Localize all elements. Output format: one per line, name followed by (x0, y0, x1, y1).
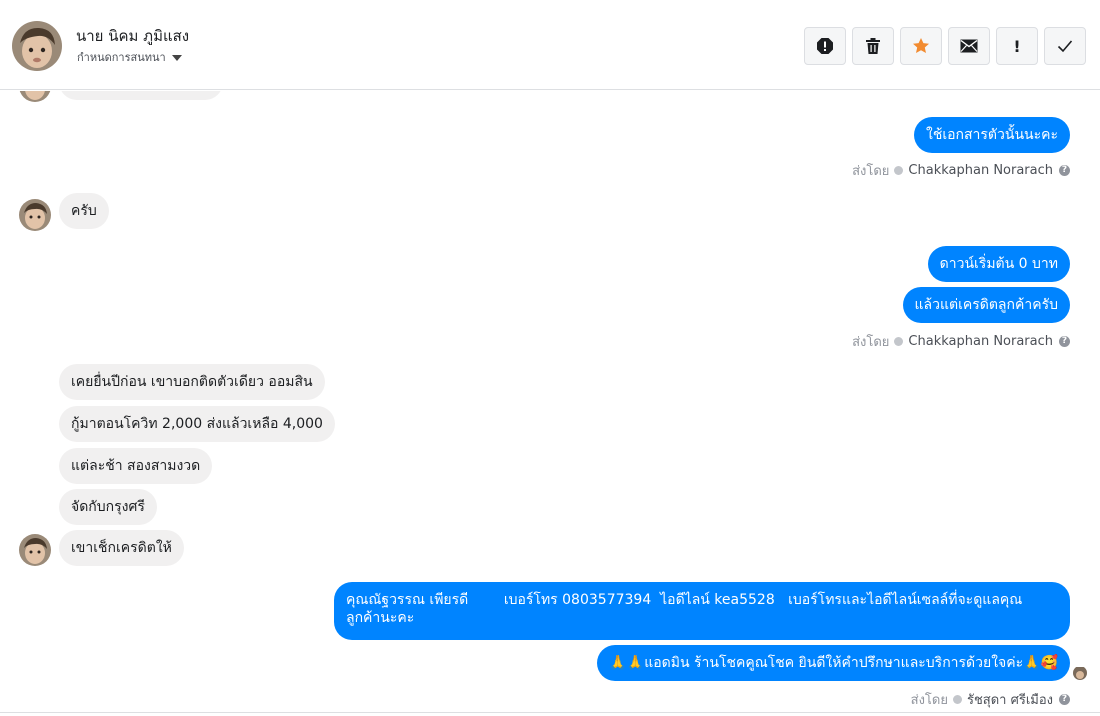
sent-by-name[interactable]: รัชสุดา ศรีเมือง (967, 689, 1053, 710)
report-icon (817, 38, 833, 54)
contact-avatar-small (19, 534, 51, 566)
sent-by-line: ส่งโดย Chakkaphan Norarach ? (852, 160, 1070, 181)
agent-status-icon (894, 337, 904, 346)
sent-by-name[interactable]: Chakkaphan Norarach (908, 163, 1053, 178)
contact-avatar-small (19, 199, 51, 231)
message-thread[interactable]: ใช้เอกสารตัวนั้นนะคะ ส่งโดย Chakkaphan N… (0, 91, 1100, 715)
help-icon[interactable]: ? (1059, 336, 1070, 347)
agent-avatar-small (1073, 666, 1087, 680)
composer-edge (0, 712, 1100, 716)
message-bubble-incoming: ครับ (59, 193, 109, 229)
report-button[interactable] (804, 27, 846, 65)
agent-status-icon (894, 166, 904, 175)
message-bubble-outgoing: แล้วแต่เครดิตลูกค้าครับ (902, 287, 1070, 323)
check-icon (1057, 40, 1073, 53)
agent-status-icon (952, 695, 962, 704)
message-bubble-incoming: เคยยื่นปีก่อน เขาบอกติดตัวเดียว ออมสิน (59, 364, 325, 400)
message-bubble-outgoing: ใช้เอกสารตัวนั้นนะคะ (913, 117, 1070, 153)
delete-button[interactable] (852, 27, 894, 65)
sent-by-prefix: ส่งโดย (910, 693, 948, 708)
message-bubble-incoming: กู้มาตอนโควิท 2,000 ส่งแล้วเหลือ 4,000 (59, 406, 335, 442)
sent-by-prefix: ส่งโดย (852, 164, 890, 179)
trash-icon (866, 38, 880, 54)
schedule-dropdown[interactable]: กำหนดการสนทนา (77, 48, 182, 66)
message-bubble-clipped (59, 91, 223, 100)
sent-by-prefix: ส่งโดย (852, 335, 890, 350)
message-line: ลูกค้านะคะ (346, 610, 415, 626)
contact-name: นาย นิคม ภูมิแสง (76, 27, 190, 45)
contact-avatar[interactable] (12, 21, 62, 71)
help-icon[interactable]: ? (1059, 165, 1070, 176)
contact-avatar-small (19, 91, 51, 102)
important-button[interactable]: ! (996, 27, 1038, 65)
sent-by-line: ส่งโดย รัชสุดา ศรีเมือง ? (911, 689, 1070, 710)
message-bubble-incoming: จัดกับกรุงศรี (59, 489, 157, 525)
done-button[interactable] (1044, 27, 1086, 65)
message-line: คุณณัฐวรรณ เพียรดี เบอร์โทร 0803577394 ไ… (346, 592, 1023, 608)
message-bubble-outgoing-multiline: คุณณัฐวรรณ เพียรดี เบอร์โทร 0803577394 ไ… (334, 582, 1070, 640)
help-icon[interactable]: ? (1059, 694, 1070, 705)
message-bubble-outgoing: ดาวน์เริ่มต้น 0 บาท (927, 246, 1070, 282)
message-bubble-incoming: เขาเช็กเครดิตให้ (59, 530, 184, 566)
sent-by-line: ส่งโดย Chakkaphan Norarach ? (852, 331, 1070, 352)
schedule-label: กำหนดการสนทนา (77, 51, 166, 64)
star-button[interactable] (900, 27, 942, 65)
mail-icon (960, 39, 978, 53)
star-icon (913, 38, 929, 53)
header-actions: ! (804, 27, 1086, 65)
message-bubble-outgoing: 🙏🙏แอดมิน ร้านโชคคูณโชค ยินดีให้คำปรึกษาแ… (597, 645, 1070, 681)
message-bubble-incoming: แต่ละช้า สองสามงวด (59, 448, 213, 484)
conversation-header: นาย นิคม ภูมิแสง กำหนดการสนทนา ! (0, 0, 1100, 90)
sent-by-name[interactable]: Chakkaphan Norarach (908, 334, 1053, 349)
mail-button[interactable] (948, 27, 990, 65)
caret-down-icon (171, 54, 182, 61)
important-icon: ! (1013, 36, 1021, 56)
